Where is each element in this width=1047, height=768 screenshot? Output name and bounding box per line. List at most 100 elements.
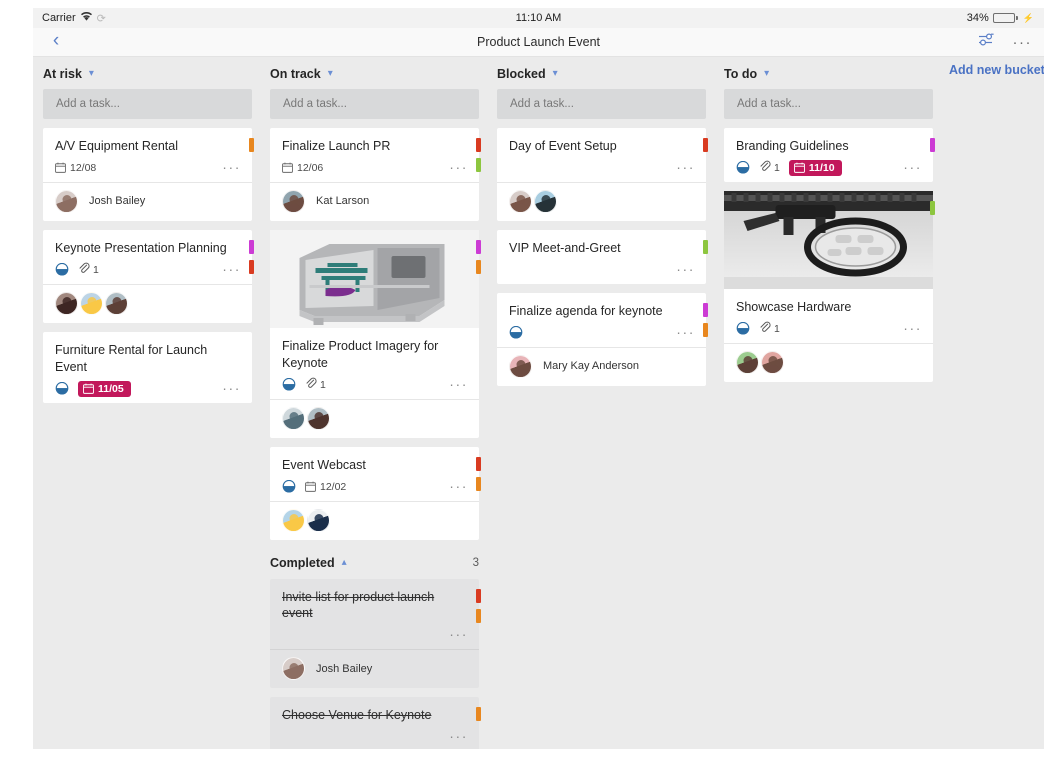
label-bar[interactable] [476, 158, 481, 172]
card-more-icon[interactable]: ··· [449, 160, 468, 174]
battery-percent-label: 34% [966, 12, 989, 24]
avatar[interactable] [282, 406, 305, 430]
task-card[interactable]: VIP Meet-and-Greet ··· [497, 229, 708, 284]
task-card[interactable]: Day of Event Setup ··· [497, 128, 708, 221]
task-card[interactable]: Finalize agenda for keynote ··· Mary Kay A… [497, 292, 708, 386]
attachment-count: 1 [759, 321, 780, 336]
avatar[interactable] [761, 350, 784, 374]
label-bar[interactable] [249, 239, 254, 254]
avatar[interactable] [509, 354, 532, 378]
label-bar[interactable] [703, 138, 708, 152]
column-header[interactable]: At risk ▾ [43, 57, 252, 85]
add-task-input[interactable]: Add a task... [270, 89, 479, 119]
card-body: Branding Guidelines [724, 128, 933, 155]
chevron-down-icon[interactable]: ▾ [328, 69, 333, 79]
label-bar[interactable] [476, 707, 481, 722]
label-bar[interactable] [930, 200, 935, 215]
chevron-up-icon[interactable]: ▴ [342, 557, 347, 568]
card-body: Showcase Hardware [724, 289, 933, 316]
task-card[interactable]: Finalize Launch PR 12/06 ··· Kat Larson [270, 128, 481, 221]
card-meta-row: 12/02 ··· [270, 474, 479, 501]
more-horizontal-icon[interactable]: ··· [1013, 34, 1033, 51]
avatar[interactable] [307, 508, 330, 532]
card-title: Finalize agenda for keynote [509, 303, 663, 318]
filter-sliders-icon[interactable] [978, 32, 995, 52]
task-card[interactable]: Keynote Presentation Planning 1 ··· [43, 229, 254, 323]
task-card[interactable]: Invite list for product launch event ··· J… [270, 578, 481, 689]
card-title: Keynote Presentation Planning [55, 240, 227, 255]
card-more-icon[interactable]: ··· [903, 321, 922, 335]
label-bar[interactable] [703, 322, 708, 337]
label-bar[interactable] [476, 608, 481, 623]
avatar[interactable] [282, 189, 305, 213]
avatar[interactable] [736, 350, 759, 374]
card-more-icon[interactable]: ··· [449, 377, 468, 391]
avatar[interactable] [534, 189, 557, 213]
card-members: Josh Bailey [270, 649, 479, 688]
avatar[interactable] [105, 291, 128, 315]
column-cards: Branding Guidelines 1 11/10 ··· Showcase Har… [724, 128, 935, 382]
task-card[interactable]: Choose Venue for Keynote ··· [270, 697, 481, 749]
card-title: VIP Meet-and-Greet [509, 240, 621, 255]
card-more-icon[interactable]: ··· [903, 160, 922, 174]
add-task-input[interactable]: Add a task... [497, 89, 706, 119]
card-members [43, 283, 252, 323]
status-bar-right: 34% ⚡ [967, 12, 1034, 24]
label-bar[interactable] [476, 138, 481, 152]
task-card[interactable]: A/V Equipment Rental 12/08 ··· Josh Bailey [43, 128, 254, 221]
task-card[interactable]: Furniture Rental for Launch Event 11/05 ··… [43, 331, 252, 403]
label-bar[interactable] [249, 259, 254, 274]
label-bar[interactable] [249, 138, 254, 152]
card-more-icon[interactable]: ··· [449, 627, 468, 641]
card-more-icon[interactable]: ··· [222, 160, 241, 174]
card-more-icon[interactable]: ··· [676, 160, 695, 174]
label-bar[interactable] [476, 259, 481, 274]
add-task-input[interactable]: Add a task... [43, 89, 252, 119]
bucket-icon [509, 325, 523, 340]
column-header[interactable]: Blocked ▾ [497, 57, 706, 85]
label-bars [249, 239, 254, 274]
completed-section-header[interactable]: Completed ▴ 3 [270, 556, 479, 570]
card-more-icon[interactable]: ··· [449, 479, 468, 493]
due-date-chip: 12/06 [282, 162, 323, 174]
card-more-icon[interactable]: ··· [222, 262, 241, 276]
task-card[interactable]: Finalize Product Imagery for Keynote 1 ··· [270, 229, 481, 438]
label-bars [930, 138, 935, 152]
calendar-icon [305, 481, 316, 492]
card-more-icon[interactable]: ··· [222, 381, 241, 395]
task-board[interactable]: At risk ▾ Add a task... A/V Equipment Renta… [33, 57, 1044, 749]
card-more-icon[interactable]: ··· [676, 262, 695, 276]
avatar[interactable] [307, 406, 330, 430]
lightning-bolt-icon: ⚡ [1022, 12, 1034, 23]
chevron-down-icon[interactable]: ▾ [553, 69, 558, 79]
avatar[interactable] [509, 189, 532, 213]
card-body: Finalize Launch PR [270, 128, 479, 155]
avatar[interactable] [282, 657, 305, 681]
task-card[interactable]: Branding Guidelines 1 11/10 ··· [724, 128, 935, 182]
task-card[interactable]: Event Webcast 12/02 ··· [270, 446, 481, 540]
column-header[interactable]: On track ▾ [270, 57, 479, 85]
label-bars [930, 200, 935, 215]
add-new-bucket-button[interactable]: Add new bucket [949, 57, 1044, 77]
avatar[interactable] [80, 291, 103, 315]
label-bar[interactable] [476, 476, 481, 491]
card-more-icon[interactable]: ··· [676, 325, 695, 339]
attachment-count-label: 1 [774, 322, 780, 335]
avatar[interactable] [55, 189, 78, 213]
ipad-screen: Carrier ⟳ 11:10 AM 34% ⚡ ‹ Product Launc… [0, 0, 1047, 768]
avatar[interactable] [282, 508, 305, 532]
label-bar[interactable] [476, 239, 481, 254]
chevron-down-icon[interactable]: ▾ [89, 69, 94, 79]
label-bar[interactable] [930, 138, 935, 152]
label-bar[interactable] [703, 302, 708, 317]
label-bar[interactable] [476, 588, 481, 603]
label-bars [476, 456, 481, 491]
card-more-icon[interactable]: ··· [449, 729, 468, 743]
avatar[interactable] [55, 291, 78, 315]
label-bar[interactable] [703, 239, 708, 254]
label-bar[interactable] [476, 456, 481, 471]
task-card[interactable]: Showcase Hardware 1 ··· [724, 190, 935, 382]
chevron-down-icon[interactable]: ▾ [764, 69, 769, 79]
column-header[interactable]: To do ▾ [724, 57, 933, 85]
add-task-input[interactable]: Add a task... [724, 89, 933, 119]
